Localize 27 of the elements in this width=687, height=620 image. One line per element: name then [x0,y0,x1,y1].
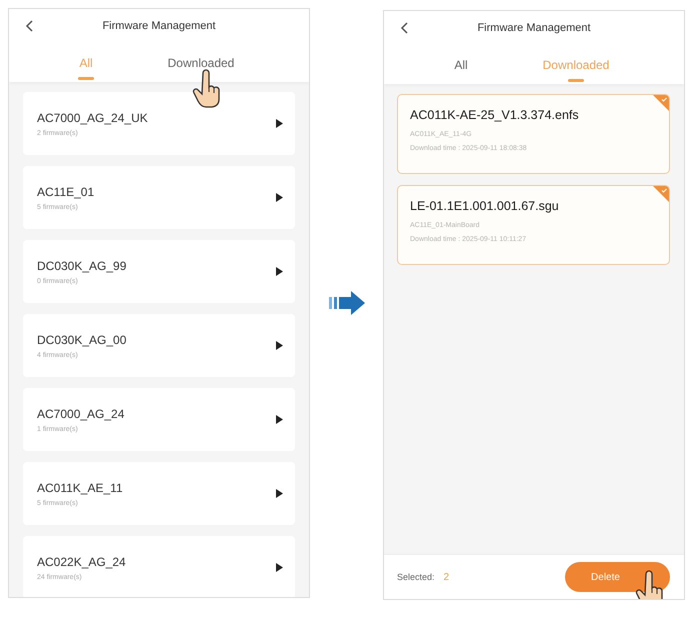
right-arrow-icon [328,290,364,316]
triangle-right-icon [276,267,283,276]
triangle-right-icon [276,563,283,572]
model-name: AC7000_AG_24_UK [37,110,148,124]
model-name: DC030K_AG_00 [37,332,126,346]
triangle-right-icon [276,415,283,424]
selected-label: Selected: [397,572,435,582]
tab[interactable]: Downloaded [146,43,256,80]
model-name: AC011K_AE_11 [37,480,123,494]
triangle-right-icon [276,489,283,498]
back-icon[interactable] [400,22,408,34]
file-name: AC011K-AE-25_V1.3.374.enfs [410,108,579,122]
file-name: LE-01.1E1.001.001.67.sgu [410,199,559,213]
tab[interactable]: All [406,45,516,82]
triangle-right-icon [276,193,283,202]
model-name: AC7000_AG_24 [37,406,124,420]
triangle-right-icon [276,119,283,128]
model-name: AC022K_AG_24 [37,554,126,568]
model-name: AC11E_01 [37,184,94,198]
back-icon[interactable] [25,20,33,32]
triangle-right-icon [276,341,283,350]
screen-title: Firmware Management [101,20,217,32]
selected-count: 2 [444,572,450,582]
check-corner-icon [653,95,669,111]
model-name: DC030K_AG_99 [37,258,126,272]
check-corner-icon [653,186,669,202]
screen-title: Firmware Management [476,22,592,34]
